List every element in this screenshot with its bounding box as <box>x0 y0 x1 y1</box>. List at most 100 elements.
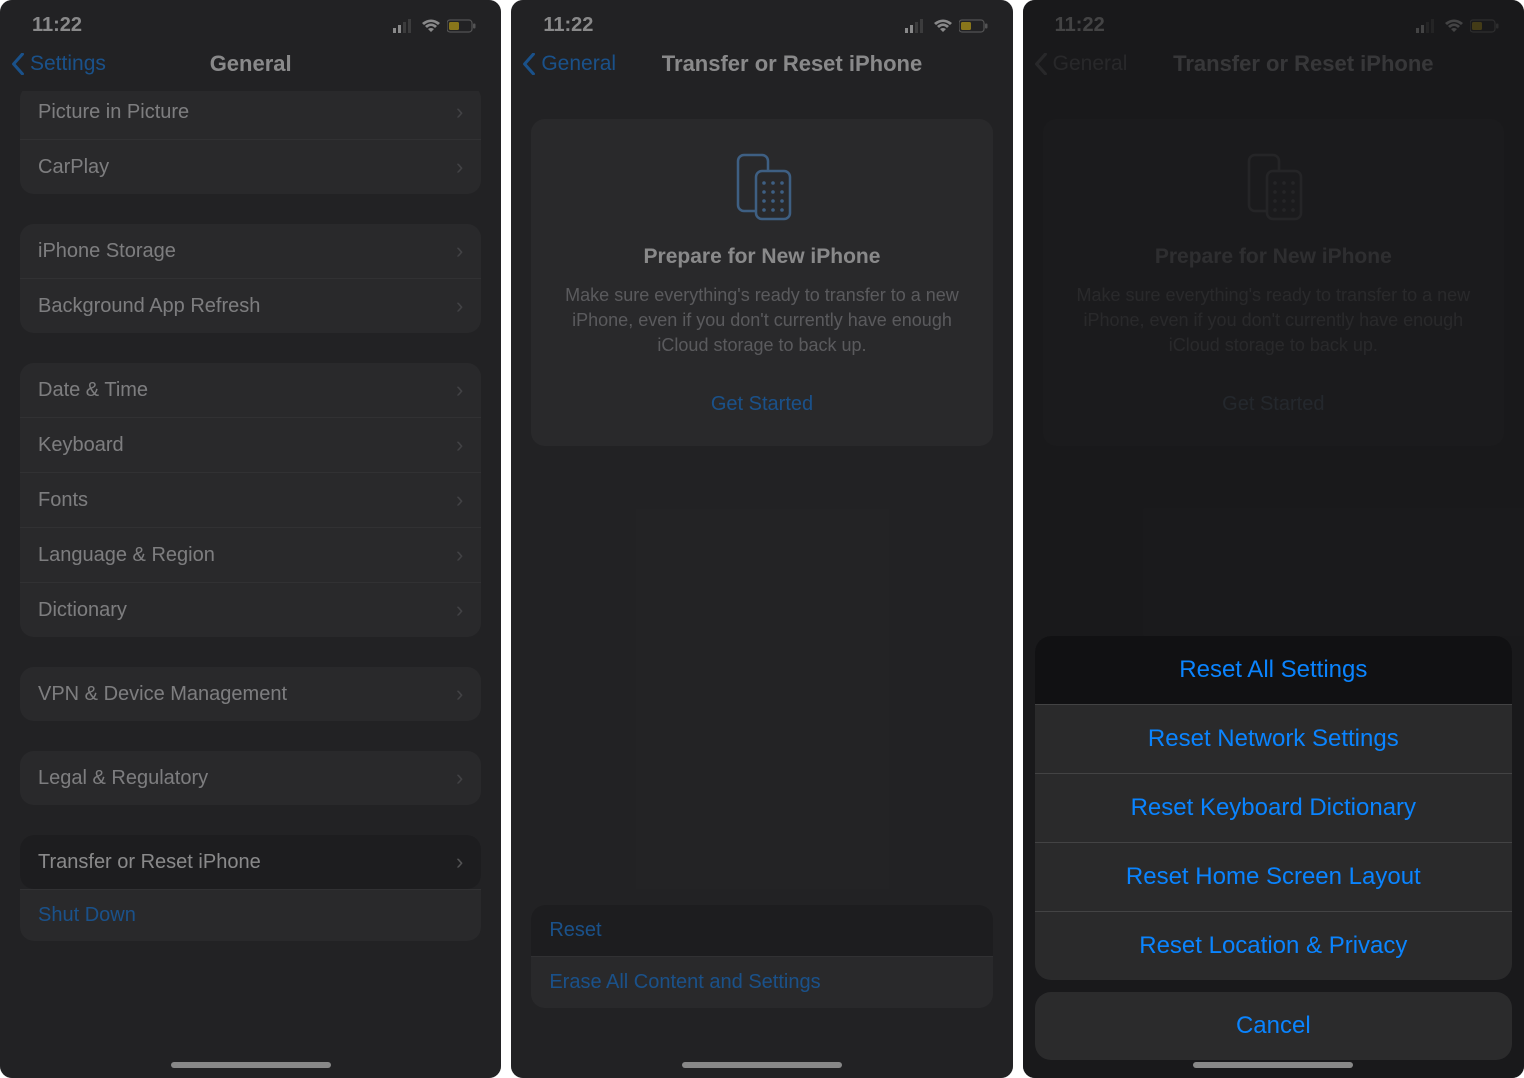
action-sheet: Reset All Settings Reset Network Setting… <box>1035 636 1512 1060</box>
sheet-options: Reset All Settings Reset Network Setting… <box>1035 636 1512 980</box>
row-language-region[interactable]: Language & Region › <box>20 527 481 582</box>
nav-bar: General Transfer or Reset iPhone <box>1023 41 1524 91</box>
status-icons <box>905 19 989 33</box>
prepare-card: Prepare for New iPhone Make sure everyth… <box>1043 119 1504 446</box>
home-indicator[interactable] <box>1193 1062 1353 1068</box>
row-label: Dictionary <box>38 599 127 622</box>
status-icons <box>393 19 477 33</box>
settings-group: VPN & Device Management › <box>20 667 481 721</box>
nav-bar: General Transfer or Reset iPhone <box>511 41 1012 91</box>
chevron-right-icon: › <box>456 681 463 707</box>
wifi-icon <box>1444 19 1464 33</box>
row-picture-in-picture[interactable]: Picture in Picture› <box>20 91 481 139</box>
status-bar: 11:22 <box>511 0 1012 41</box>
row-fonts[interactable]: Fonts › <box>20 472 481 527</box>
row-keyboard[interactable]: Keyboard › <box>20 417 481 472</box>
card-body: Make sure everything's ready to transfer… <box>555 283 968 359</box>
row-reset[interactable]: Reset <box>531 905 992 956</box>
row-label: Keyboard <box>38 434 124 457</box>
sheet-reset-home-layout[interactable]: Reset Home Screen Layout <box>1035 842 1512 911</box>
settings-group: Transfer or Reset iPhone › Shut Down <box>20 835 481 941</box>
signal-icon <box>905 19 927 33</box>
chevron-right-icon: › <box>456 487 463 513</box>
wifi-icon <box>933 19 953 33</box>
chevron-right-icon: › <box>456 154 463 180</box>
content: Picture in Picture› CarPlay› iPhone Stor… <box>0 91 501 1078</box>
back-button[interactable]: General <box>521 52 616 76</box>
chevron-right-icon: › <box>456 432 463 458</box>
screen-transfer-reset: 11:22 General Transfer or Reset iPhone <box>511 0 1012 1078</box>
row-label: Background App Refresh <box>38 295 260 318</box>
row-background-refresh[interactable]: Background App Refresh › <box>20 278 481 333</box>
row-label: Fonts <box>38 489 88 512</box>
signal-icon <box>393 19 415 33</box>
settings-group: Picture in Picture› CarPlay › <box>20 91 481 194</box>
chevron-left-icon <box>10 53 26 75</box>
row-label: Shut Down <box>38 904 136 927</box>
row-label: Date & Time <box>38 379 148 402</box>
settings-group: Date & Time › Keyboard › Fonts › Language &… <box>20 363 481 637</box>
chevron-left-icon <box>521 53 537 75</box>
row-legal-regulatory[interactable]: Legal & Regulatory› <box>20 751 481 805</box>
battery-icon <box>447 19 477 33</box>
row-vpn-device-mgmt[interactable]: VPN & Device Management › <box>20 667 481 721</box>
status-bar: 11:22 <box>0 0 501 41</box>
home-indicator[interactable] <box>171 1062 331 1068</box>
devices-icon <box>555 147 968 227</box>
row-label: Language & Region <box>38 544 215 567</box>
row-dictionary[interactable]: Dictionary › <box>20 582 481 637</box>
chevron-right-icon: › <box>456 597 463 623</box>
battery-icon <box>959 19 989 33</box>
chevron-right-icon: › <box>456 238 463 264</box>
row-label: Reset <box>549 919 601 942</box>
nav-title: Transfer or Reset iPhone <box>581 51 1002 77</box>
back-label: Settings <box>30 52 106 76</box>
status-time: 11:22 <box>32 14 82 37</box>
battery-icon <box>1470 19 1500 33</box>
bottom-actions: Reset Erase All Content and Settings <box>531 905 992 1008</box>
row-shut-down[interactable]: Shut Down <box>20 889 481 941</box>
get-started-button[interactable]: Get Started <box>1067 383 1480 426</box>
row-erase-all[interactable]: Erase All Content and Settings <box>531 956 992 1008</box>
row-label: Transfer or Reset iPhone <box>38 851 261 874</box>
chevron-right-icon: › <box>456 765 463 791</box>
sheet-reset-all-settings[interactable]: Reset All Settings <box>1035 636 1512 704</box>
row-label: CarPlay <box>38 156 109 179</box>
status-time: 11:22 <box>1055 14 1105 37</box>
screen-reset-sheet: 11:22 General Transfer or Reset iPhone <box>1023 0 1524 1078</box>
back-button[interactable]: General <box>1033 52 1128 76</box>
status-icons <box>1416 19 1500 33</box>
devices-icon <box>1067 147 1480 227</box>
sheet-reset-network[interactable]: Reset Network Settings <box>1035 704 1512 773</box>
chevron-right-icon: › <box>456 293 463 319</box>
chevron-right-icon: › <box>456 849 463 875</box>
nav-title: Transfer or Reset iPhone <box>1093 51 1514 77</box>
row-label: Picture in Picture <box>38 101 189 124</box>
row-iphone-storage[interactable]: iPhone Storage › <box>20 224 481 278</box>
back-button[interactable]: Settings <box>10 52 106 76</box>
settings-group: Legal & Regulatory› <box>20 751 481 805</box>
chevron-right-icon: › <box>456 377 463 403</box>
row-carplay[interactable]: CarPlay › <box>20 139 481 194</box>
get-started-button[interactable]: Get Started <box>555 383 968 426</box>
status-bar: 11:22 <box>1023 0 1524 41</box>
chevron-left-icon <box>1033 53 1049 75</box>
row-date-time[interactable]: Date & Time › <box>20 363 481 417</box>
sheet-reset-keyboard-dict[interactable]: Reset Keyboard Dictionary <box>1035 773 1512 842</box>
screen-general: 11:22 Settings General Picture in Pictur… <box>0 0 501 1078</box>
status-time: 11:22 <box>543 14 593 37</box>
row-transfer-reset[interactable]: Transfer or Reset iPhone › <box>20 835 481 889</box>
cancel-button[interactable]: Cancel <box>1035 992 1512 1060</box>
card-title: Prepare for New iPhone <box>555 245 968 269</box>
row-label: VPN & Device Management <box>38 683 287 706</box>
sheet-reset-location-privacy[interactable]: Reset Location & Privacy <box>1035 911 1512 980</box>
nav-bar: Settings General <box>0 41 501 91</box>
row-label: Erase All Content and Settings <box>549 971 820 994</box>
back-label: General <box>541 52 616 76</box>
wifi-icon <box>421 19 441 33</box>
home-indicator[interactable] <box>682 1062 842 1068</box>
card-title: Prepare for New iPhone <box>1067 245 1480 269</box>
chevron-right-icon: › <box>456 542 463 568</box>
row-label: iPhone Storage <box>38 240 176 263</box>
settings-group: iPhone Storage › Background App Refresh › <box>20 224 481 333</box>
